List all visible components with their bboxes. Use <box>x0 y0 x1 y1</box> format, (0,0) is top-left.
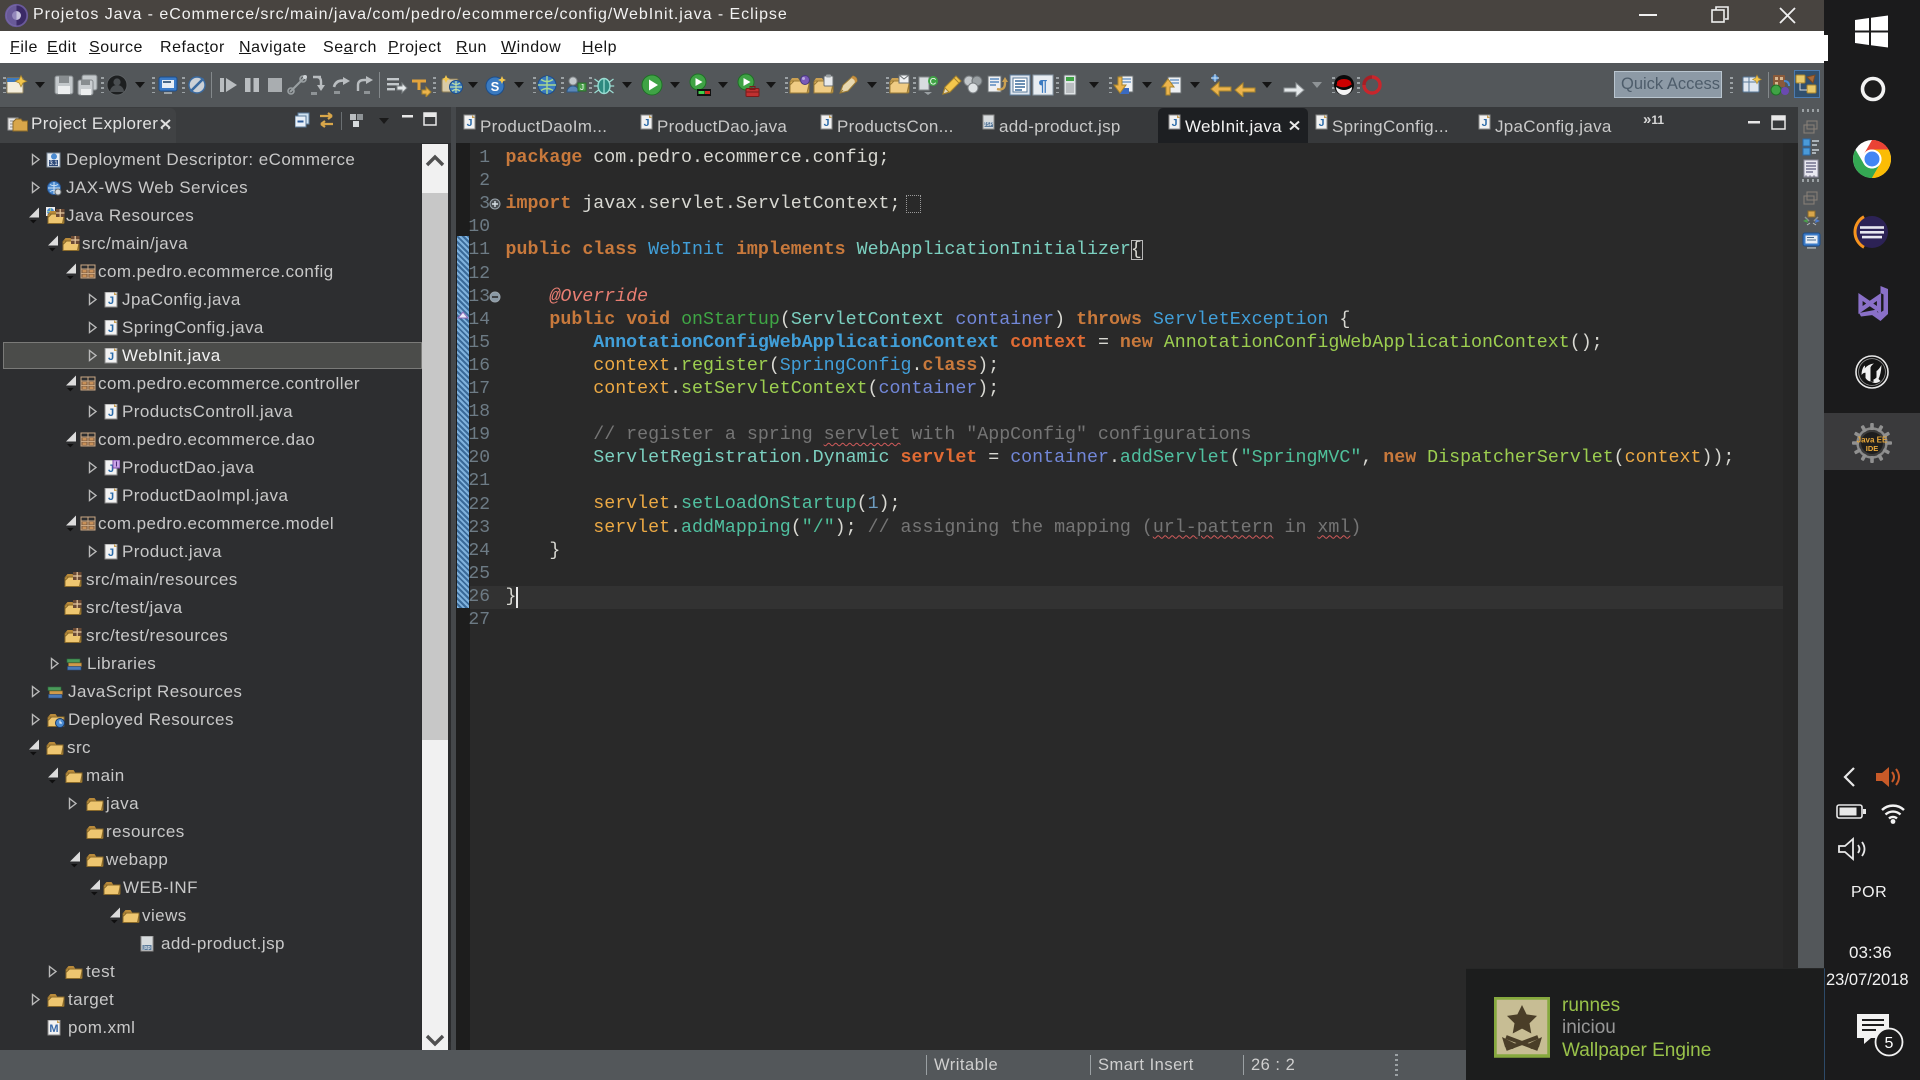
svg-text:J: J <box>467 117 473 129</box>
svg-text:J: J <box>580 83 584 92</box>
svg-text:J: J <box>108 295 114 307</box>
svg-text:I: I <box>116 462 118 469</box>
svg-text:jsp: jsp <box>142 945 150 951</box>
svg-text:J: J <box>1172 117 1178 129</box>
svg-text:3.1: 3.1 <box>49 161 58 167</box>
svg-text:J: J <box>108 407 114 419</box>
svg-text:5: 5 <box>1885 1035 1894 1052</box>
svg-text:J: J <box>644 117 650 129</box>
svg-text:JSP: JSP <box>984 122 994 128</box>
svg-text:J: J <box>108 323 114 335</box>
svg-text:J: J <box>824 117 830 129</box>
svg-text:J: J <box>108 351 114 363</box>
svg-text:S: S <box>491 79 500 94</box>
svg-text:J: J <box>1482 117 1488 129</box>
svg-text:M: M <box>49 1023 58 1035</box>
svg-text:C: C <box>930 77 937 87</box>
svg-text:J: J <box>1319 117 1325 129</box>
svg-text:¶: ¶ <box>1039 78 1048 95</box>
svg-text:J: J <box>108 547 114 559</box>
svg-text:IDE: IDE <box>1866 444 1879 453</box>
svg-text:J: J <box>108 491 114 503</box>
